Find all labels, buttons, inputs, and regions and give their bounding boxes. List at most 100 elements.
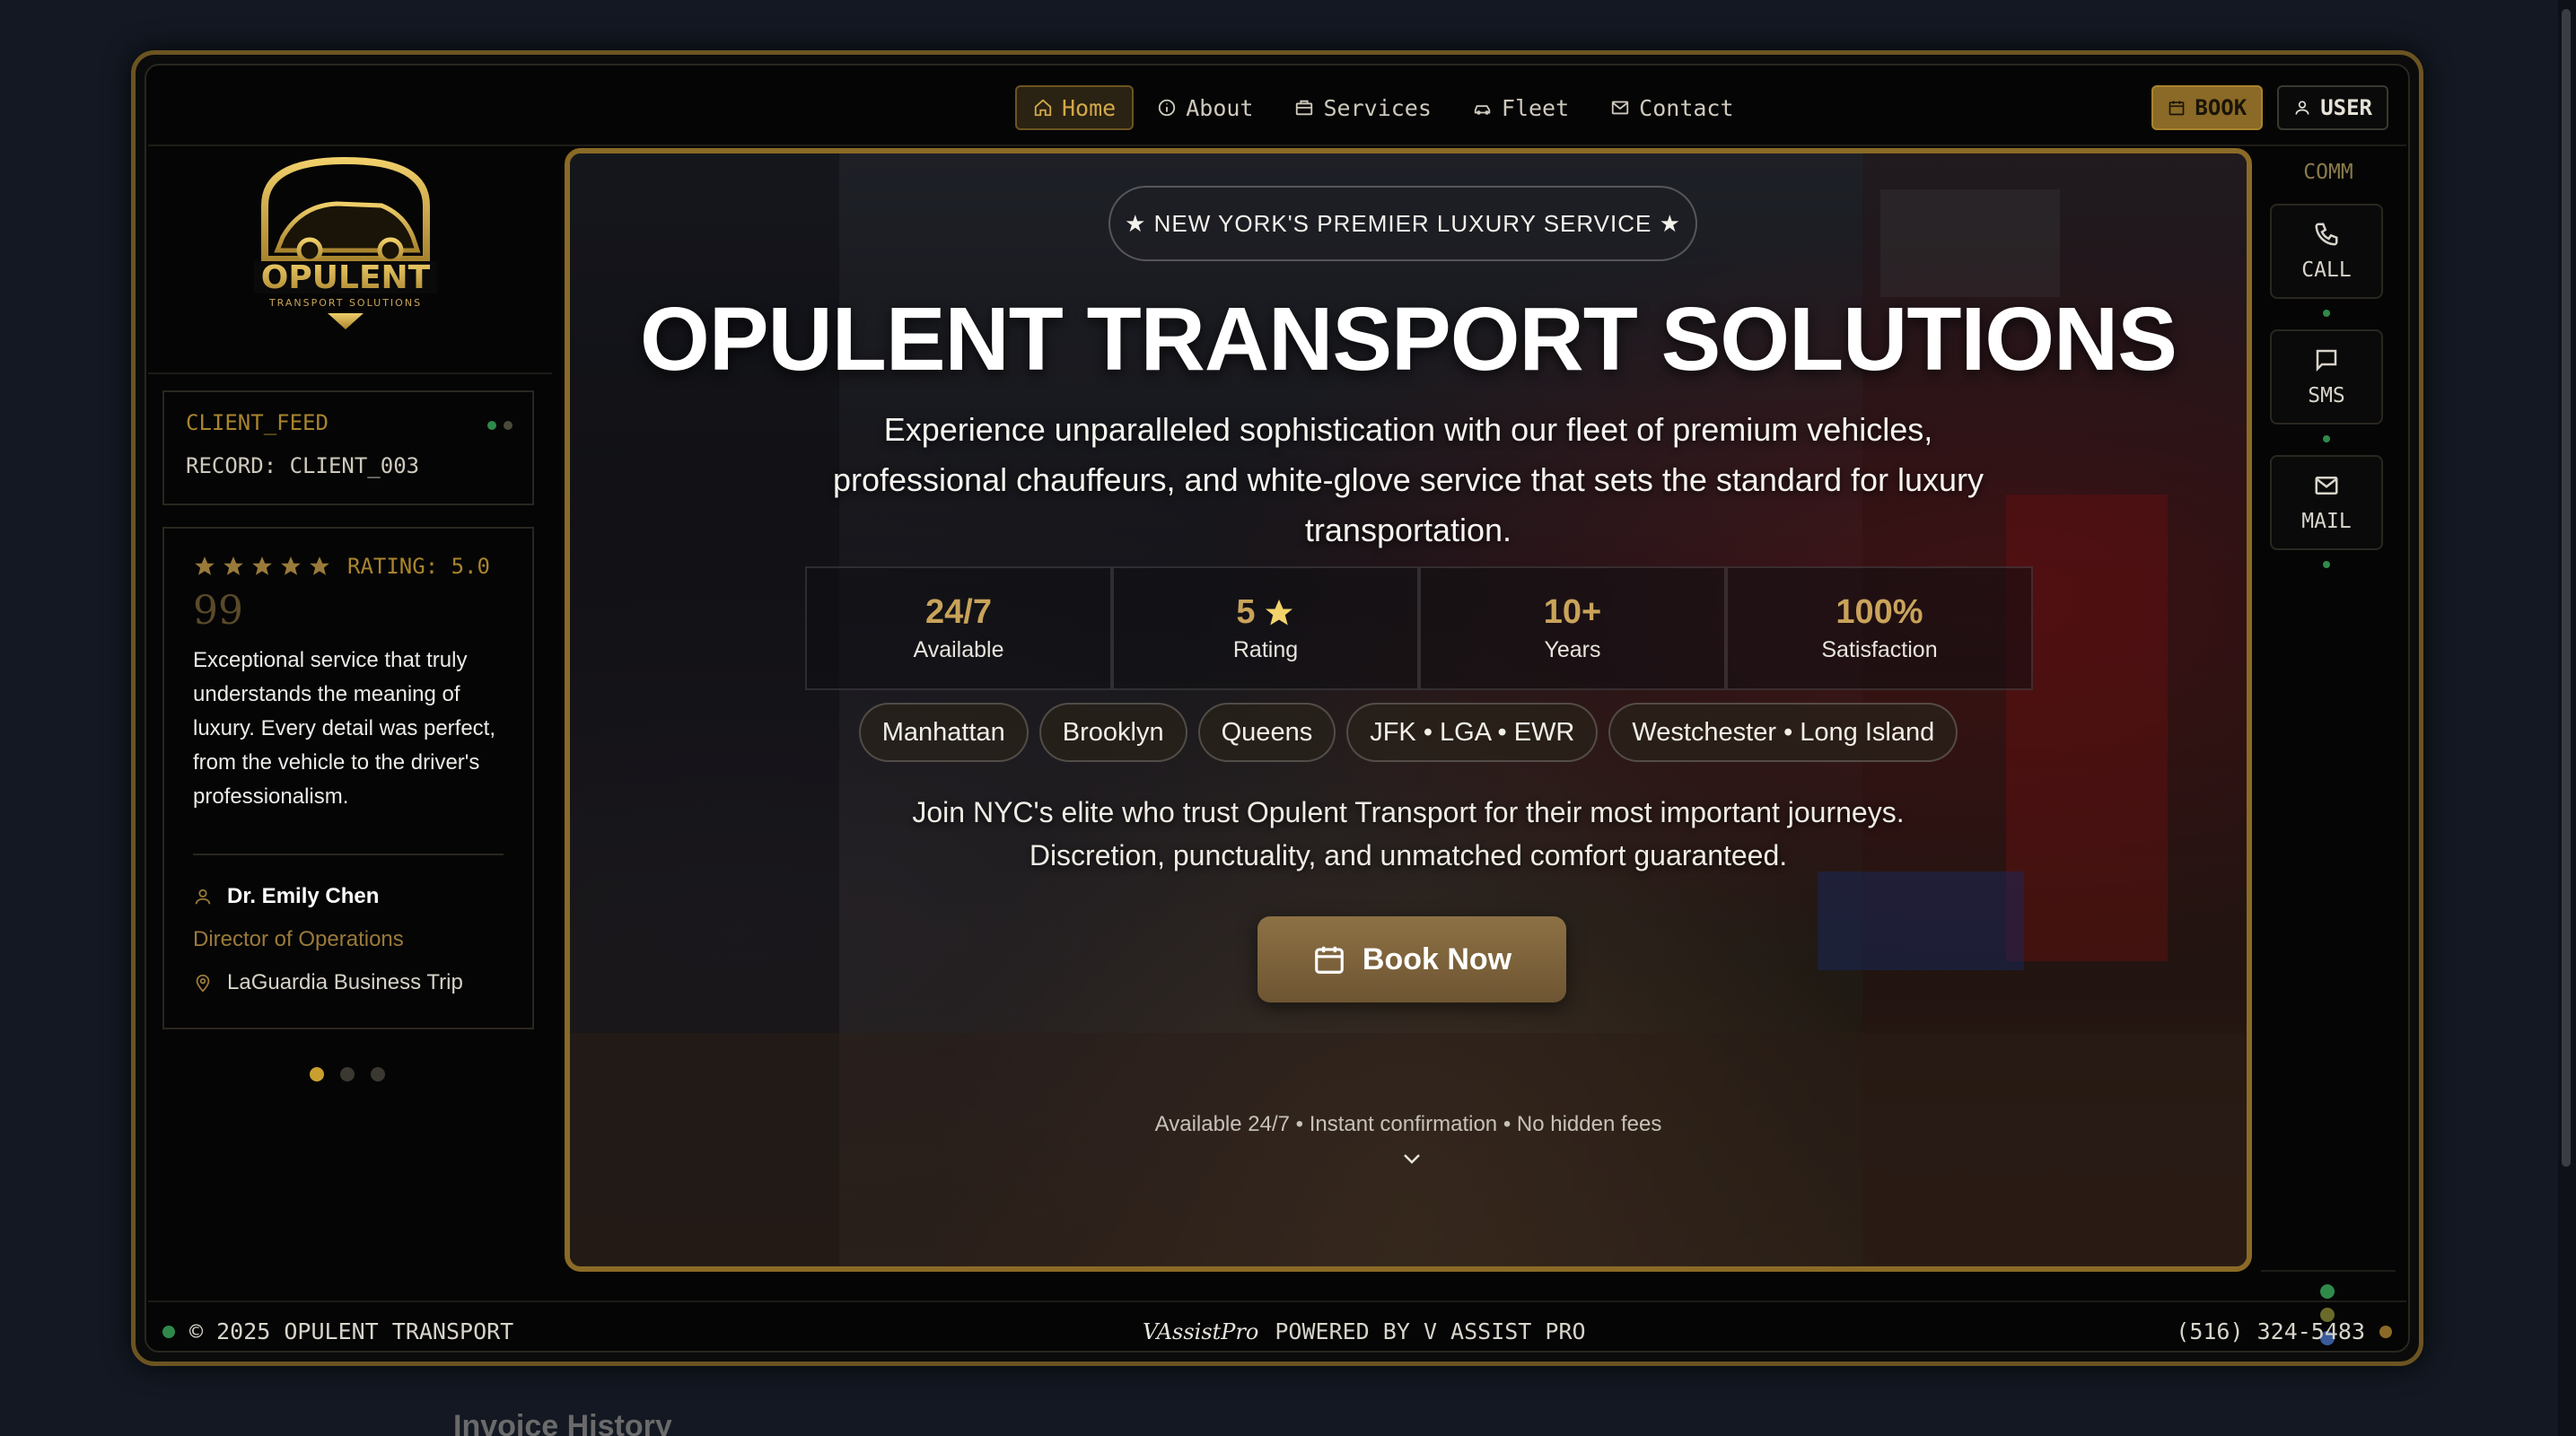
nav-about[interactable]: About — [1139, 85, 1271, 130]
mail-label: MAIL — [2301, 510, 2352, 533]
nav-services[interactable]: Services — [1276, 85, 1449, 130]
star-icon — [1265, 599, 1292, 625]
nav-about-label: About — [1186, 94, 1254, 121]
comm-title: COMM — [2303, 161, 2353, 184]
calendar-icon — [2169, 101, 2185, 116]
stat-label: Rating — [1232, 637, 1299, 662]
top-nav: Home About Services Fleet Contact BOOK U… — [148, 67, 2406, 146]
author-role: Director of Operations — [193, 927, 404, 951]
comm-divider — [2261, 1270, 2396, 1272]
car-icon — [1474, 105, 1491, 115]
call-label: CALL — [2301, 258, 2352, 282]
powered-by: POWERED BY V ASSIST PRO — [1275, 1318, 1586, 1344]
call-button[interactable]: CALL — [2270, 204, 2383, 299]
hero-stats: 24/7 Available 5 Rating 10+ Years 100% S… — [805, 566, 2033, 690]
area-chip[interactable]: Manhattan — [858, 703, 1029, 762]
footer: © 2025 OPULENT TRANSPORT VAssistPro POWE… — [148, 1300, 2406, 1360]
hero-join-text: Join NYC's elite who trust Opulent Trans… — [570, 791, 2247, 877]
nav-home[interactable]: Home — [1015, 85, 1135, 130]
testimonial-card: RATING: 5.0 99 Exceptional service that … — [162, 527, 534, 1029]
background-page-heading: Invoice History — [453, 1409, 672, 1436]
star-icon — [223, 556, 243, 575]
area-chip[interactable]: Brooklyn — [1038, 703, 1187, 762]
nav-fleet[interactable]: Fleet — [1455, 85, 1587, 130]
nav-fleet-label: Fleet — [1501, 94, 1570, 121]
feed-status-dots — [487, 421, 513, 430]
pager-dot[interactable] — [340, 1067, 355, 1081]
book-now-button[interactable]: Book Now — [1257, 916, 1566, 1003]
testimonial-role: Director of Operations — [193, 918, 504, 961]
testimonial-divider — [193, 854, 504, 855]
status-dot — [2379, 1325, 2392, 1338]
area-chip[interactable]: JFK • LGA • EWR — [1346, 703, 1599, 762]
area-chip[interactable]: Queens — [1197, 703, 1336, 762]
footer-center: VAssistPro POWERED BY V ASSIST PRO — [1143, 1318, 1586, 1344]
status-dot — [487, 421, 496, 430]
footer-phone[interactable]: (516) 324-5483 — [2176, 1318, 2365, 1344]
nav-contact-label: Contact — [1639, 94, 1734, 121]
star-icon — [310, 556, 329, 575]
scrollbar-thumb[interactable] — [2562, 9, 2571, 1167]
scroll-down-chevron[interactable] — [1401, 1150, 1423, 1168]
testimonial-pager — [310, 1067, 385, 1081]
message-icon — [2316, 349, 2337, 372]
stat-label: Available — [913, 637, 1004, 662]
page-scrollbar[interactable] — [2558, 0, 2576, 1436]
user-icon — [195, 889, 211, 905]
sms-label: SMS — [2308, 384, 2345, 407]
rating-row: RATING: 5.0 — [193, 554, 504, 579]
vassist-logo[interactable]: VAssistPro — [1143, 1319, 1258, 1344]
hero-section: ★ NEW YORK'S PREMIER LUXURY SERVICE ★ OP… — [565, 148, 2252, 1272]
area-chip[interactable]: Westchester • Long Island — [1608, 703, 1958, 762]
sms-button[interactable]: SMS — [2270, 329, 2383, 425]
hero-subtitle: Experience unparalleled sophistication w… — [832, 411, 1985, 548]
stat-value: 5 — [1236, 593, 1256, 631]
join-line-2: Discretion, punctuality, and unmatched c… — [1029, 839, 1788, 871]
stat-satisfaction: 100% Satisfaction — [1726, 566, 2033, 690]
app-frame: Home About Services Fleet Contact BOOK U… — [131, 50, 2423, 1366]
nav-contact[interactable]: Contact — [1592, 85, 1751, 130]
left-sidebar: OPULENT TRANSPORT SOLUTIONS CLIENT_FEED … — [148, 148, 552, 1315]
nav-items: Home About Services Fleet Contact — [1015, 85, 1752, 130]
pager-dot[interactable] — [371, 1067, 385, 1081]
phone-icon — [2315, 223, 2338, 246]
comm-sidebar: COMM CALL SMS MAIL — [2261, 148, 2396, 1345]
service-areas: Manhattan Brooklyn Queens JFK • LGA • EW… — [570, 703, 2247, 762]
location-pin-icon — [196, 974, 210, 993]
testimonial-text: Exceptional service that truly understan… — [193, 648, 496, 809]
status-dot — [2323, 435, 2330, 442]
opulent-logo[interactable]: OPULENT TRANSPORT SOLUTIONS — [247, 152, 444, 331]
stat-label: Satisfaction — [1821, 637, 1938, 662]
stat-value: 100% — [1836, 593, 1923, 631]
pager-dot[interactable] — [310, 1067, 324, 1081]
home-icon — [1034, 99, 1052, 117]
quote-icon: 99 — [193, 588, 243, 634]
join-line-1: Join NYC's elite who trust Opulent Trans… — [912, 796, 1905, 828]
copyright: © 2025 OPULENT TRANSPORT — [189, 1318, 514, 1344]
info-icon — [1159, 99, 1176, 117]
mail-icon — [1612, 101, 1629, 115]
stat-years: 10+ Years — [1419, 566, 1726, 690]
user-button-label: USER — [2320, 95, 2372, 120]
app-frame-inner: Home About Services Fleet Contact BOOK U… — [145, 64, 2410, 1353]
book-button-label: BOOK — [2195, 95, 2247, 120]
nav-services-label: Services — [1323, 94, 1432, 121]
star-icon — [195, 556, 215, 575]
star-icon — [252, 556, 272, 575]
testimonial-location: LaGuardia Business Trip — [193, 961, 504, 1004]
mail-button[interactable]: MAIL — [2270, 455, 2383, 550]
status-dot — [2323, 561, 2330, 568]
mail-icon — [2315, 477, 2338, 495]
user-icon — [2295, 101, 2309, 115]
book-button[interactable]: BOOK — [2151, 85, 2264, 130]
user-button[interactable]: USER — [2277, 85, 2388, 130]
star-icon — [281, 556, 301, 575]
trip-location: LaGuardia Business Trip — [227, 970, 463, 994]
calendar-icon — [1315, 946, 1344, 974]
author-name: Dr. Emily Chen — [227, 884, 380, 908]
logo-tagline: TRANSPORT SOLUTIONS — [268, 297, 422, 309]
client-feed-panel: CLIENT_FEED RECORD: CLIENT_003 — [162, 390, 534, 505]
hero-content: ★ NEW YORK'S PREMIER LUXURY SERVICE ★ OP… — [570, 153, 2247, 1266]
stat-available: 24/7 Available — [805, 566, 1112, 690]
rating-text: RATING: 5.0 — [347, 554, 490, 579]
